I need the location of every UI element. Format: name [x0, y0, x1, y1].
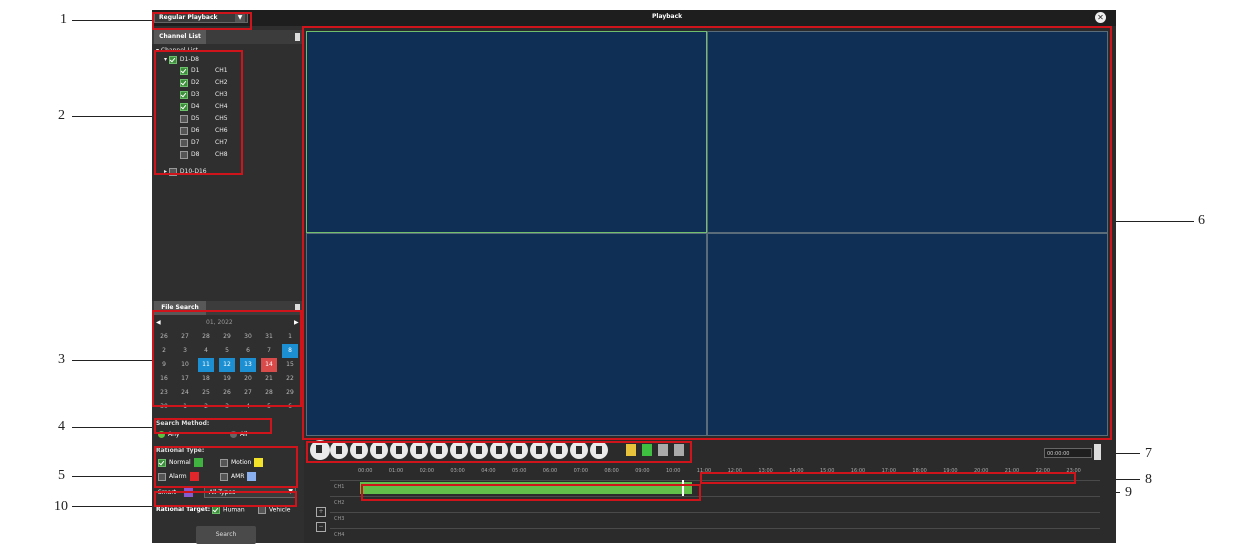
- highlight-10: [154, 491, 297, 507]
- zoom-out-icon[interactable]: −: [316, 522, 326, 532]
- timeline-tick: 03:00: [450, 468, 465, 474]
- search-button[interactable]: Search: [196, 526, 256, 544]
- timeline-tick: 04:00: [481, 468, 496, 474]
- target-vehicle-check: [258, 506, 266, 514]
- channel-list-collapse-button[interactable]: [295, 33, 300, 41]
- callout-line-10: [72, 506, 154, 507]
- callout-3: 3: [58, 352, 65, 367]
- timeline-channel-label: CH3: [334, 516, 345, 522]
- highlight-4: [154, 418, 272, 434]
- callout-line-2: [72, 116, 154, 117]
- callout-4: 4: [58, 419, 65, 434]
- timeline-tick: 07:00: [573, 468, 589, 474]
- window-title: Playback: [652, 13, 683, 20]
- callout-1: 1: [60, 12, 67, 27]
- highlight-2: [154, 50, 243, 175]
- callout-7: 7: [1145, 446, 1152, 461]
- timeline-tick: 06:00: [542, 468, 558, 474]
- top-bar: Regular Playback ▼ Playback ✕: [152, 10, 1116, 26]
- timeline-channel-label: CH1: [334, 484, 345, 490]
- time-display: 00:00:00: [1044, 448, 1092, 458]
- highlight-3: [152, 310, 302, 407]
- callout-2: 2: [58, 108, 65, 123]
- callout-8: 8: [1145, 472, 1152, 487]
- timeline-channel-label: CH2: [334, 500, 345, 506]
- tab-channel-list[interactable]: Channel List: [154, 30, 206, 44]
- timeline-row[interactable]: CH4: [330, 528, 1100, 540]
- callout-10: 10: [54, 499, 68, 514]
- timeline-tick: 01:00: [388, 468, 404, 474]
- timeline-tick: 08:00: [604, 468, 619, 474]
- highlight-8: [700, 472, 1076, 484]
- highlight-9: [361, 484, 701, 501]
- timeline-tick: 05:00: [512, 468, 527, 474]
- timeline-tick: 02:00: [419, 468, 435, 474]
- timeline-tick: 00:00: [358, 468, 373, 474]
- zoom-in-icon[interactable]: +: [316, 507, 326, 517]
- callout-6: 6: [1198, 213, 1205, 228]
- close-icon[interactable]: ✕: [1095, 12, 1106, 23]
- rational-target-row: Rational Target:: [156, 506, 210, 513]
- timeline-tick: 10:00: [666, 468, 681, 474]
- target-vehicle-label: Vehicle: [269, 506, 291, 514]
- target-human-checkbox[interactable]: Human: [212, 506, 245, 514]
- time-stepper[interactable]: [1094, 444, 1101, 460]
- rational-target-label: Rational Target:: [156, 506, 211, 513]
- target-human-label: Human: [223, 506, 245, 514]
- highlight-1: [152, 12, 252, 30]
- callout-9: 9: [1125, 485, 1132, 500]
- highlight-5: [154, 446, 298, 488]
- callout-line-6: [1112, 221, 1194, 222]
- target-human-check: [212, 506, 220, 514]
- callout-5: 5: [58, 468, 65, 483]
- highlight-7: [306, 441, 692, 463]
- callout-line-3: [72, 360, 154, 361]
- callout-line-1: [72, 20, 152, 21]
- callout-line-4: [72, 427, 154, 428]
- highlight-6: [302, 26, 1112, 440]
- timeline-channel-label: CH4: [334, 532, 345, 538]
- target-vehicle-checkbox[interactable]: Vehicle: [258, 506, 290, 514]
- timeline-tick: 09:00: [635, 468, 650, 474]
- callout-line-5: [72, 476, 154, 477]
- timeline-row[interactable]: CH3: [330, 512, 1100, 524]
